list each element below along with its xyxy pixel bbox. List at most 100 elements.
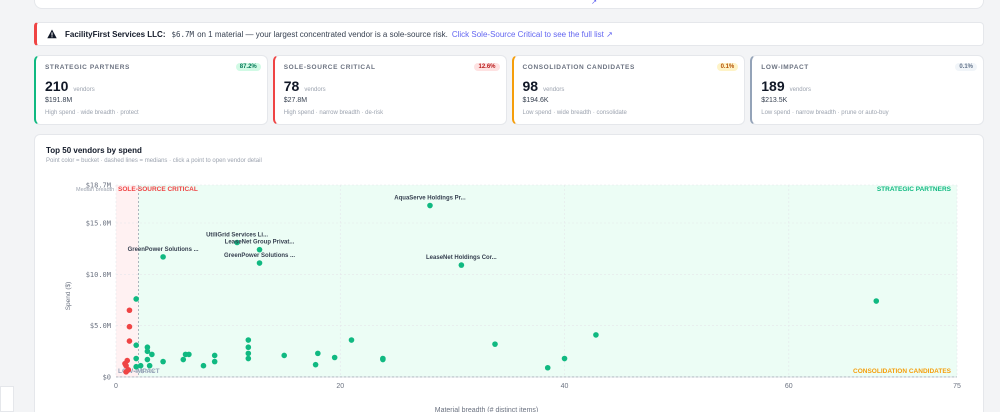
vendor-point[interactable] [122, 360, 128, 367]
sole-source-quadrant-bg [116, 185, 139, 377]
vendor-point[interactable] [133, 296, 139, 302]
vendor-point-label: GreenPower Solutions ... [224, 253, 295, 259]
vendor-point[interactable] [126, 323, 133, 330]
kpi-spend: $213.5K [761, 97, 788, 104]
vendor-point[interactable] [160, 254, 166, 260]
vendor-scatter-plot: $0$5.0M$10.0M$15.0M$18.7M0 20 40 60 75Median… [65, 182, 961, 412]
vendor-point[interactable] [593, 332, 599, 338]
vendor-point[interactable] [561, 355, 568, 362]
vendor-point-label: AquaServe Holdings Pr... [394, 196, 466, 202]
kpi-unit: vendors [304, 87, 326, 93]
x-tick-label: 75 [953, 383, 961, 390]
vendor-point[interactable] [315, 350, 321, 357]
alert-vendor-name: FacilityFirst Services LLC: [65, 29, 166, 39]
kpi-share-badge: 0.1% [716, 63, 739, 71]
kpi-card-sole-source-critical[interactable]: SOLE-SOURCE CRITICAL 12.6% 78 vendors $27.8M… [272, 55, 507, 125]
kpi-name: SOLE-SOURCE CRITICAL [283, 64, 376, 71]
kpi-unit: vendors [789, 87, 811, 93]
kpi-spend: $27.8M [283, 97, 308, 104]
strategic-quadrant-label: STRATEGIC PARTNERS [877, 186, 952, 193]
y-axis-title: Spend ($) [65, 282, 72, 311]
vendor-risk-alert: FacilityFirst Services LLC: $6.7M on 1 m… [34, 22, 984, 46]
vendor-point[interactable] [133, 363, 139, 370]
vendor-point[interactable] [182, 351, 189, 358]
x-tick-label: 20 [336, 383, 344, 390]
kpi-card-consolidation-candidates[interactable]: CONSOLIDATION CANDIDATES 0.1% 98 vendors $19… [511, 55, 746, 125]
kpi-share-badge: 0.1% [955, 63, 977, 71]
x-axis-title: Material breadth (# distinct items) [435, 407, 538, 412]
vendor-point[interactable] [180, 356, 187, 363]
median-breadth-label: Median breadth [76, 187, 114, 193]
bucket-kpi-row: STRATEGIC PARTNERS 87.2% 210 vendors $191.8M… [34, 55, 984, 125]
vendor-point-label: LeaseNet Group Privat... [225, 240, 295, 246]
x-tick-label: 0 [114, 383, 118, 390]
warning-icon [47, 29, 57, 39]
vendor-point[interactable] [160, 358, 166, 365]
sole-source-list-link[interactable]: Click Sole-Source Critical to see the fu… [452, 30, 613, 39]
kpi-vendor-count: 98 [522, 78, 539, 94]
vendor-point[interactable] [380, 356, 386, 363]
kpi-vendor-count: 78 [283, 78, 300, 94]
vendor-point[interactable] [123, 369, 129, 375]
kpi-description: Low spend · wide breadth · consolidate [522, 110, 627, 116]
vendor-point[interactable] [133, 342, 139, 348]
vendor-point[interactable] [492, 341, 498, 347]
kpi-description: High spend · narrow breadth · de-risk [283, 110, 384, 116]
vendor-point-label: UtiliGrid Services Li... [206, 232, 268, 238]
kpi-name: STRATEGIC PARTNERS [45, 64, 130, 71]
kpi-unit: vendors [73, 87, 95, 93]
vendor-point[interactable] [146, 362, 153, 369]
y-tick-label: $15.0M [86, 219, 111, 227]
kpi-spend: $191.8M [45, 97, 73, 104]
vendor-point[interactable] [256, 260, 263, 266]
kpi-description: Low spend · narrow breadth · prune or au… [761, 110, 889, 116]
vendor-point[interactable] [544, 364, 551, 371]
vendor-point[interactable] [200, 362, 207, 369]
kpi-unit: vendors [543, 87, 565, 93]
vendor-point[interactable] [126, 338, 133, 344]
kpi-card-strategic-partners[interactable]: STRATEGIC PARTNERS 87.2% 210 vendors $191.8M… [34, 55, 268, 125]
kpi-vendor-count: 210 [45, 78, 69, 94]
vendor-point[interactable] [211, 358, 218, 365]
alert-amount: $6.7M [171, 29, 195, 39]
kpi-vendor-count: 189 [761, 78, 785, 94]
vendor-point[interactable] [256, 246, 263, 253]
left-panel-edge [0, 386, 14, 412]
vendor-point[interactable] [427, 202, 433, 209]
previous-card-edge: ↗ [34, 0, 984, 9]
vendor-point[interactable] [126, 307, 133, 314]
vendor-point[interactable] [245, 350, 252, 357]
vendor-point[interactable] [312, 361, 319, 368]
vendor-point[interactable] [144, 356, 151, 363]
vendor-point[interactable] [133, 355, 139, 362]
vendor-point[interactable] [873, 298, 880, 304]
vendor-point[interactable] [281, 352, 287, 359]
sole-source-quadrant-label: SOLE-SOURCE CRITICAL [118, 186, 198, 193]
top-vendors-chart-card: Top 50 vendors by spend Point color = bu… [34, 134, 984, 412]
kpi-spend: $194.6K [522, 97, 549, 104]
vendor-point[interactable] [245, 337, 252, 343]
consolidation-quadrant-label: CONSOLIDATION CANDIDATES [853, 368, 952, 375]
y-tick-label: $0 [103, 374, 111, 382]
vendor-point[interactable] [348, 337, 355, 343]
kpi-card-low-impact[interactable]: LOW-IMPACT 0.1% 189 vendors $213.5K Low spend… [750, 55, 984, 125]
previous-card-link-fragment[interactable]: ↗ [591, 0, 597, 6]
vendor-point[interactable] [211, 352, 218, 359]
vendor-point[interactable] [245, 355, 252, 362]
y-tick-label: $10.0M [86, 271, 111, 279]
y-tick-label: $5.0M [90, 322, 111, 330]
x-tick-label: 40 [561, 383, 569, 390]
kpi-description: High spend · wide breadth · protect [45, 110, 139, 116]
x-tick-label: 60 [785, 383, 793, 390]
kpi-share-badge: 87.2% [235, 63, 261, 71]
vendor-point[interactable] [331, 354, 338, 361]
vendor-point-label: GreenPower Solutions ... [128, 247, 199, 253]
alert-message: on 1 material — your largest concentrate… [197, 29, 448, 39]
vendor-point[interactable] [144, 348, 151, 355]
vendor-point[interactable] [245, 344, 252, 351]
vendor-point[interactable] [458, 262, 465, 268]
kpi-share-badge: 12.6% [474, 63, 500, 71]
strategic-quadrant-bg [138, 185, 958, 377]
vendor-point-label: LeaseNet Holdings Cor... [426, 255, 497, 261]
kpi-name: LOW-IMPACT [761, 64, 809, 71]
